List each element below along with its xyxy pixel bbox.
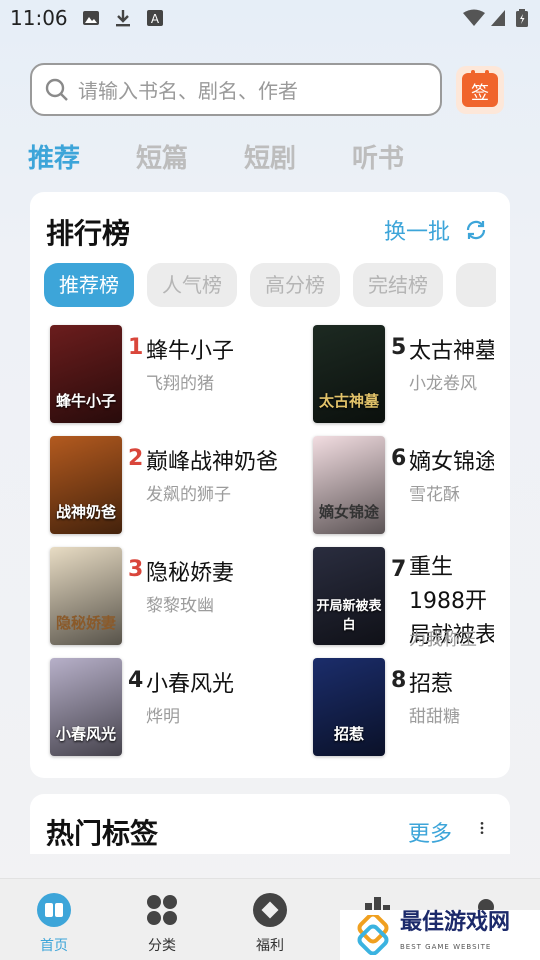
book-item[interactable]: 隐秘娇妻 3 隐秘娇妻 黎黎玫幽 [50, 547, 290, 647]
book-title: 招惹 [409, 672, 454, 697]
book-open-icon [37, 893, 71, 927]
book-rank: 5 [391, 335, 407, 360]
book-item[interactable]: 小春风光 4 小春风光 烨明 [50, 658, 290, 758]
nav-home-label: 首页 [40, 938, 68, 954]
more-options-icon[interactable] [480, 818, 484, 838]
ranking-card: 排行榜 换一批 推荐榜 人气榜 高分榜 完结榜 蜂牛小子 1 蜂牛小子 飞翔的猪 战神… [30, 192, 510, 778]
book-title: 蜂牛小子 [146, 339, 235, 364]
book-cover: 战神奶爸 [50, 436, 122, 534]
status-bar: 11:06 A [0, 0, 540, 36]
book-author: 雪花酥 [409, 485, 460, 505]
search-icon [45, 78, 68, 101]
book-item[interactable]: 太古神墓 5 太古神墓 小龙卷风 [313, 325, 494, 425]
nav-welfare[interactable]: 福利 [230, 893, 310, 955]
tab-recommend[interactable]: 推荐 [28, 138, 80, 175]
book-cover: 招惹 [313, 658, 385, 756]
category-grid-icon [147, 895, 177, 925]
book-item[interactable]: 招惹 8 招惹 甜甜糖 [313, 658, 494, 758]
book-item[interactable]: 开局新被表白 7 重生1988开局就被表 为我称王 [313, 547, 494, 657]
book-cover: 嫡女锦途 [313, 436, 385, 534]
book-rank: 4 [128, 668, 144, 693]
book-item[interactable]: 战神奶爸 2 巅峰战神奶爸 发飙的狮子 [50, 436, 290, 536]
hot-tags-title: 热门标签 [46, 817, 159, 850]
book-author: 飞翔的猪 [146, 374, 214, 394]
status-time: 11:06 [10, 6, 68, 30]
book-item[interactable]: 嫡女锦途 6 嫡女锦途 雪花酥 [313, 436, 494, 536]
calendar-icon: 签 [462, 70, 498, 107]
book-rank: 8 [391, 668, 407, 693]
welfare-diamond-icon [253, 893, 287, 927]
book-title: 隐秘娇妻 [146, 561, 235, 586]
ranking-list: 蜂牛小子 1 蜂牛小子 飞翔的猪 战神奶爸 2 巅峰战神奶爸 发飙的狮子 隐秘娇… [30, 192, 494, 778]
book-rank: 3 [128, 557, 144, 582]
watermark-text: 最佳游戏网 BEST GAME WEBSITE [400, 910, 511, 952]
book-item[interactable]: 蜂牛小子 1 蜂牛小子 飞翔的猪 [50, 325, 290, 425]
image-notification-icon [83, 11, 99, 25]
book-title: 嫡女锦途 [409, 450, 494, 475]
signal-icon [491, 10, 505, 26]
watermark-logo: 最佳游戏网 BEST GAME WEBSITE [340, 910, 540, 960]
battery-icon [516, 9, 528, 27]
svg-text:A: A [151, 12, 160, 26]
book-author: 甜甜糖 [409, 707, 460, 727]
search-input[interactable]: 请输入书名、剧名、作者 [30, 63, 442, 116]
download-icon [116, 10, 130, 27]
tab-short-drama[interactable]: 短剧 [244, 138, 296, 175]
book-title: 太古神墓 [409, 339, 494, 364]
top-tabs: 推荐 短篇 短剧 听书 [28, 138, 460, 175]
book-author: 为我称王 [409, 630, 477, 650]
book-title: 巅峰战神奶爸 [146, 450, 279, 475]
more-link[interactable]: 更多 [408, 816, 452, 848]
book-rank: 1 [128, 335, 144, 360]
book-rank: 2 [128, 446, 144, 471]
book-cover: 蜂牛小子 [50, 325, 122, 423]
tab-short[interactable]: 短篇 [136, 138, 188, 175]
watermark-emblem-icon [357, 915, 389, 955]
book-title: 小春风光 [146, 672, 235, 697]
nav-category-label: 分类 [148, 938, 176, 954]
nav-welfare-label: 福利 [256, 938, 284, 954]
checkin-button[interactable]: 签 [456, 66, 504, 114]
app-a-icon: A [147, 10, 163, 26]
nav-category[interactable]: 分类 [122, 893, 202, 955]
wifi-icon [463, 9, 485, 26]
book-cover: 开局新被表白 [313, 547, 385, 645]
search-placeholder: 请输入书名、剧名、作者 [78, 79, 298, 103]
tab-audiobook[interactable]: 听书 [352, 138, 404, 175]
book-author: 发飙的狮子 [146, 485, 231, 505]
nav-home[interactable]: 首页 [14, 893, 94, 955]
book-rank: 7 [391, 557, 407, 582]
book-cover: 太古神墓 [313, 325, 385, 423]
book-author: 小龙卷风 [409, 374, 477, 394]
hot-tags-card: 热门标签 更多 [30, 794, 510, 854]
book-rank: 6 [391, 446, 407, 471]
book-cover: 小春风光 [50, 658, 122, 756]
book-author: 烨明 [146, 707, 180, 727]
book-author: 黎黎玫幽 [146, 596, 214, 616]
book-cover: 隐秘娇妻 [50, 547, 122, 645]
